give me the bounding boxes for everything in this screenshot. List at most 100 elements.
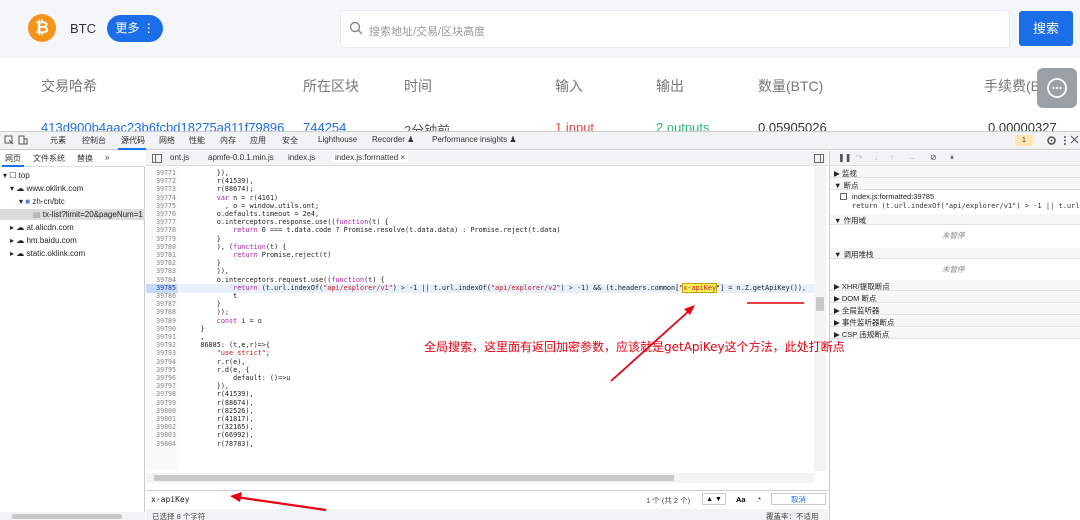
toggle-debugger-icon[interactable] [814,154,824,163]
tree-label: at.alicdn.com [26,223,74,232]
code-area[interactable]: 39771 39772 39773 39774 39775 39776 39777 39778… [146,167,828,471]
site-header: ₿ BTC 更多 ⋮ 搜索地址/交易/区块高度 搜索 [0,0,1080,58]
selection-status: 已选择 8 个字符 [152,512,206,520]
coverage-status: 覆盖率：不适用 [766,512,819,520]
code-line: return (t.url.indexOf("api/explorer/v1")… [233,282,807,293]
editor-vscrollbar[interactable] [814,167,826,471]
issues-count: 1 [1022,137,1026,144]
file-tab-ont-js[interactable]: ont.js [170,153,189,162]
section-call-stack[interactable]: ▼ 调用堆栈 [830,248,1080,259]
bitcoin-logo-icon: ₿ [28,14,56,42]
match-case-toggle[interactable]: Aa [736,495,746,504]
tab-recorder[interactable]: Recorder ♟ [372,135,414,144]
folder-icon: ■ [25,197,31,206]
cloud-icon: ☁ [16,249,25,258]
search-input[interactable]: 搜索地址/交易/区块高度 [340,10,1010,48]
section-global-listeners[interactable]: ▶ 全局监听器 [830,304,1080,315]
step-over-icon[interactable]: ↷ [856,153,863,162]
nav-tab-filesystem[interactable]: 文件系统 [33,153,65,164]
more-options-icon[interactable] [1063,135,1067,146]
scroll-thumb[interactable] [154,475,674,481]
tab-performance-insights[interactable]: Performance insights ♟ [432,135,517,144]
code-line: return 0 === t.data.code ? Promise.resol… [233,226,561,235]
tab-performance[interactable]: 性能 [189,135,205,146]
tab-network[interactable]: 网络 [159,135,175,146]
tab-application[interactable]: 应用 [250,135,266,146]
tab-sources[interactable]: 源代码 [121,135,145,146]
tree-item-static-oklink[interactable]: ▸ ☁ static.oklink.com [10,249,85,258]
tree-label: tx-list?limit=20&pageNum=1 [42,210,143,219]
file-tab-index-js[interactable]: index.js [288,153,315,162]
editor-hscrollbar[interactable] [146,473,814,483]
step-out-icon[interactable]: ↑ [890,153,894,162]
tab-memory[interactable]: 内存 [220,135,236,146]
breakpoint-checkbox[interactable] [840,193,847,200]
find-input[interactable]: x-apiKey [151,495,190,504]
search-icon [349,21,363,35]
section-label: ▶ 监视 [834,169,857,178]
tree-item-alicdn[interactable]: ▸ ☁ at.alicdn.com [10,223,74,232]
find-prev-next[interactable]: ▲ ▼ [702,493,726,505]
deactivate-breakpoints-icon[interactable]: ⊘ [930,153,937,162]
tab-lighthouse[interactable]: Lighthouse [318,135,357,144]
pause-on-exceptions-icon[interactable]: ⏸ [950,153,954,163]
search-placeholder: 搜索地址/交易/区块高度 [369,26,486,38]
nav-tab-page[interactable]: 网页 [5,153,21,164]
file-tab-index-formatted[interactable]: index.js:formatted × [332,153,409,162]
tree-item-tx-list[interactable]: ▤ tx-list?limit=20&pageNum=1 [33,210,145,219]
pause-icon[interactable]: ❚❚ [838,153,851,162]
section-watch[interactable]: ▶ 监视 [830,167,1080,178]
tree-item-top[interactable]: ▾ ☐ top [3,171,30,180]
step-into-icon[interactable]: ↓ [874,153,878,162]
code-line: r(78783), [184,439,254,448]
nav-tab-overrides[interactable]: 替换 [77,153,93,164]
tree-label: hm.baidu.com [26,236,77,245]
section-label: ▶ DOM 断点 [834,294,877,303]
website: ₿ BTC 更多 ⋮ 搜索地址/交易/区块高度 搜索 交易哈希 所在区块 时间 … [0,0,1080,138]
step-icon[interactable]: → [908,153,916,162]
section-xhr-breakpoints[interactable]: ▶ XHR/提取断点 [830,280,1080,291]
device-toggle-icon[interactable] [18,135,28,145]
close-devtools-icon[interactable] [1070,135,1079,144]
section-event-listener-breakpoints[interactable]: ▶ 事件监听器断点 [830,316,1080,327]
tab-elements[interactable]: 元素 [50,135,66,146]
nav-tab-indicator [2,165,24,167]
coin-name: BTC [70,21,96,36]
section-scope[interactable]: ▼ 作用域 [830,214,1080,225]
inspect-icon[interactable] [4,135,14,145]
issues-badge[interactable]: 1 [1015,135,1033,146]
more-button[interactable]: 更多 ⋮ [107,15,163,42]
scroll-thumb[interactable] [816,297,824,311]
scroll-thumb[interactable] [12,514,122,519]
find-cancel-button[interactable]: 取消 [771,493,826,505]
tree-item-www-oklink[interactable]: ▾ ☁ www.oklink.com [10,184,83,193]
tab-console[interactable]: 控制台 [82,135,106,146]
breakpoint-code: return (t.url.indexOf("api/explorer/v1")… [852,202,1080,210]
nav-tab-more[interactable]: » [105,153,109,162]
search-button[interactable]: 搜索 [1019,11,1073,46]
section-label: ▼ 断点 [834,181,859,190]
section-breakpoints[interactable]: ▼ 断点 [830,179,1080,190]
tree-item-zh-cn-btc[interactable]: ▾ ■ zh-cn/btc [19,197,65,206]
cloud-icon: ☁ [16,236,25,245]
devtools-tabbar: 元素 控制台 源代码 网络 性能 内存 应用 安全 Lighthouse Rec… [0,132,1080,150]
line-gutter[interactable]: 39771 39772 39773 39774 39775 39776 39777 39778… [146,167,179,471]
chat-icon[interactable] [1037,68,1077,108]
line-number[interactable]: 39804 [148,440,176,449]
section-csp-breakpoints[interactable]: ▶ CSP 违规断点 [830,328,1080,339]
navigator-scrollbar[interactable] [0,512,145,520]
file-tab-apmfe[interactable]: apmfe-0.0.1.min.js [208,153,274,162]
file-tabs: ont.js apmfe-0.0.1.min.js index.js index… [146,151,828,166]
toggle-navigator-icon[interactable] [152,154,162,163]
settings-gear-icon[interactable] [1046,135,1057,146]
tree-label: static.oklink.com [26,249,86,258]
regex-toggle[interactable]: .* [756,495,761,504]
find-bar: x-apiKey 1 个 (共 2 个) ▲ ▼ Aa .* 取消 [146,490,828,507]
source-editor: ont.js apmfe-0.0.1.min.js index.js index… [146,151,828,520]
section-dom-breakpoints[interactable]: ▶ DOM 断点 [830,292,1080,303]
tree-item-baidu[interactable]: ▸ ☁ hm.baidu.com [10,236,77,245]
tree-label: www.oklink.com [26,184,84,193]
section-label: ▶ XHR/提取断点 [834,282,890,291]
breakpoint-location[interactable]: index.js:formatted:39785 [852,192,934,201]
tab-security[interactable]: 安全 [282,135,298,146]
